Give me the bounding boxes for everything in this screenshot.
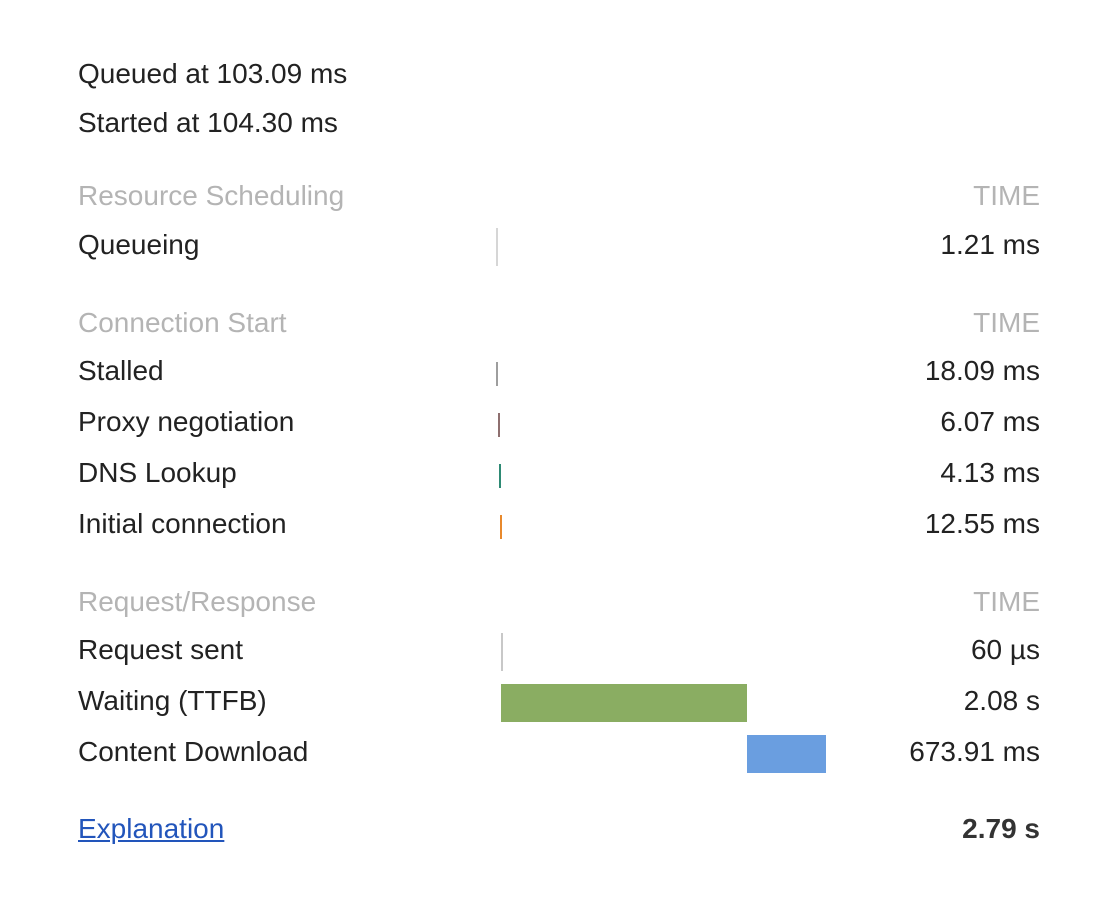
timing-row: Proxy negotiation 6.07 ms bbox=[0, 397, 1108, 447]
section-title-request-response: Request/Response bbox=[78, 586, 317, 617]
row-label: Queueing bbox=[78, 229, 200, 260]
row-label: DNS Lookup bbox=[78, 457, 237, 488]
timing-row: Content Download 673.91 ms bbox=[0, 727, 1108, 777]
timing-row: DNS Lookup 4.13 ms bbox=[0, 448, 1108, 498]
total-time: 2.79 s bbox=[962, 813, 1040, 844]
timing-row: Initial connection 12.55 ms bbox=[0, 499, 1108, 549]
row-label: Stalled bbox=[78, 355, 164, 386]
time-column-header: TIME bbox=[973, 586, 1040, 617]
timing-row: Stalled 18.09 ms bbox=[0, 346, 1108, 396]
timing-tick bbox=[498, 413, 501, 437]
timing-panel: Queued at 103.09 ms Started at 104.30 ms… bbox=[0, 0, 1108, 912]
bar-track bbox=[496, 625, 826, 675]
section-title-connection-start: Connection Start bbox=[78, 307, 287, 338]
timing-row: Waiting (TTFB) 2.08 s bbox=[0, 676, 1108, 726]
timing-tick bbox=[501, 633, 503, 671]
bar-track bbox=[496, 220, 826, 270]
row-label: Content Download bbox=[78, 736, 309, 767]
timing-row: Request sent 60 µs bbox=[0, 625, 1108, 675]
row-value: 18.09 ms bbox=[924, 355, 1040, 386]
explanation-link[interactable]: Explanation bbox=[78, 812, 224, 846]
bar-track bbox=[496, 448, 826, 498]
row-value: 2.08 s bbox=[963, 685, 1040, 716]
row-label: Request sent bbox=[78, 634, 243, 665]
timing-bar bbox=[746, 735, 826, 773]
time-column-header: TIME bbox=[973, 180, 1040, 211]
row-label: Proxy negotiation bbox=[78, 406, 295, 437]
timing-row: Queueing 1.21 ms bbox=[0, 220, 1108, 270]
row-value: 4.13 ms bbox=[940, 457, 1040, 488]
timing-bar bbox=[501, 684, 747, 722]
timing-tick bbox=[496, 228, 498, 266]
row-value: 673.91 ms bbox=[909, 736, 1040, 767]
timing-tick bbox=[496, 362, 499, 386]
row-value: 1.21 ms bbox=[940, 229, 1040, 260]
row-value: 6.07 ms bbox=[940, 406, 1040, 437]
row-value: 60 µs bbox=[970, 634, 1040, 665]
bar-track bbox=[496, 397, 826, 447]
timing-tick bbox=[499, 515, 502, 539]
bar-track bbox=[496, 676, 826, 726]
bar-track bbox=[496, 499, 826, 549]
queued-at-text: Queued at 103.09 ms bbox=[78, 58, 348, 89]
bar-track bbox=[496, 727, 826, 777]
time-column-header: TIME bbox=[973, 307, 1040, 338]
started-at-text: Started at 104.30 ms bbox=[78, 107, 338, 138]
section-title-resource-scheduling: Resource Scheduling bbox=[78, 180, 345, 211]
row-label: Waiting (TTFB) bbox=[78, 685, 267, 716]
timing-tick bbox=[499, 464, 501, 488]
row-label: Initial connection bbox=[78, 508, 287, 539]
bar-track bbox=[496, 346, 826, 396]
row-value: 12.55 ms bbox=[924, 508, 1040, 539]
